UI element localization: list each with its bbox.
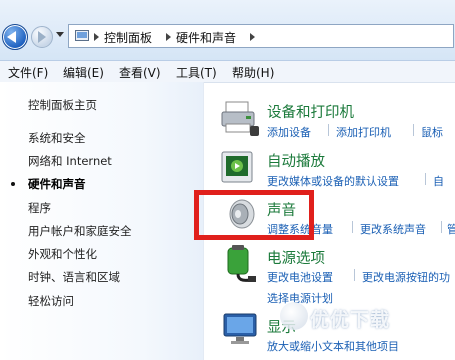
link-separator xyxy=(441,221,442,233)
nav-network-internet[interactable]: 网络和 Internet xyxy=(28,153,112,169)
navigation-bar: 控制面板 硬件和声音 xyxy=(0,0,455,61)
devices-printers-title[interactable]: 设备和打印机 xyxy=(267,101,354,122)
link-separator xyxy=(425,173,426,185)
watermark-logo-icon xyxy=(280,302,308,330)
address-bar[interactable]: 控制面板 硬件和声音 xyxy=(68,24,454,48)
menu-file[interactable]: 文件(F) xyxy=(8,64,48,81)
power-options-title[interactable]: 电源选项 xyxy=(267,247,325,268)
breadcrumb-separator-icon[interactable] xyxy=(94,33,99,41)
breadcrumb-hardware-sound[interactable]: 硬件和声音 xyxy=(176,29,236,46)
mouse-link[interactable]: 鼠标 xyxy=(421,124,443,140)
add-device-link[interactable]: 添加设备 xyxy=(267,124,311,140)
menu-help[interactable]: 帮助(H) xyxy=(232,64,274,81)
autoplay-icon xyxy=(221,151,253,183)
nav-system-security[interactable]: 系统和安全 xyxy=(28,130,86,146)
nav-user-accounts[interactable]: 用户帐户和家庭安全 xyxy=(28,223,132,239)
control-panel-icon xyxy=(75,30,89,41)
link-separator xyxy=(352,221,353,233)
nav-hardware-sound: 硬件和声音 xyxy=(28,177,86,191)
menu-bar: 文件(F) 编辑(E) 查看(V) 工具(T) 帮助(H) xyxy=(0,61,455,83)
change-power-button-link[interactable]: 更改电源按钮的功 xyxy=(362,269,450,285)
breadcrumb-control-panel[interactable]: 控制面板 xyxy=(104,29,152,46)
sound-more-link[interactable]: 管 xyxy=(447,221,455,237)
menu-tools[interactable]: 工具(T) xyxy=(176,64,217,81)
watermark-text: 优优下载 xyxy=(310,309,391,331)
breadcrumb-separator-icon[interactable] xyxy=(166,33,171,41)
change-text-size-link[interactable]: 放大或缩小文本和其他项目 xyxy=(267,338,399,354)
autoplay-more-link[interactable]: 自 xyxy=(433,173,444,189)
change-system-sounds-link[interactable]: 更改系统声音 xyxy=(360,221,426,237)
nav-ease-of-access[interactable]: 轻松访问 xyxy=(28,293,74,309)
add-printer-link[interactable]: 添加打印机 xyxy=(336,124,391,140)
change-media-defaults-link[interactable]: 更改媒体或设备的默认设置 xyxy=(267,173,399,189)
link-separator xyxy=(328,124,329,136)
link-separator xyxy=(354,269,355,281)
nav-programs[interactable]: 程序 xyxy=(28,200,51,216)
nav-clock-language-region[interactable]: 时钟、语言和区域 xyxy=(28,269,120,285)
change-battery-settings-link[interactable]: 更改电池设置 xyxy=(267,269,333,285)
nav-appearance[interactable]: 外观和个性化 xyxy=(28,246,97,262)
left-navigation-pane: 控制面板主页 系统和安全 网络和 Internet 硬件和声音 程序 用户帐户和… xyxy=(0,82,204,360)
menu-edit[interactable]: 编辑(E) xyxy=(63,64,104,81)
current-item-bullet-icon xyxy=(11,182,15,186)
printer-icon xyxy=(221,101,259,136)
highlight-box xyxy=(194,190,314,240)
battery-power-icon xyxy=(227,245,256,282)
forward-arrow-icon xyxy=(38,31,46,43)
nav-control-panel-home[interactable]: 控制面板主页 xyxy=(28,97,97,113)
autoplay-title[interactable]: 自动播放 xyxy=(267,150,325,171)
back-arrow-icon xyxy=(7,31,16,43)
menu-view[interactable]: 查看(V) xyxy=(119,64,161,81)
forward-button[interactable] xyxy=(31,26,53,48)
back-button[interactable] xyxy=(2,24,28,50)
breadcrumb-separator-icon[interactable] xyxy=(250,33,255,41)
link-separator xyxy=(413,124,414,136)
display-monitor-icon xyxy=(223,313,257,344)
recent-pages-dropdown-icon[interactable] xyxy=(56,32,64,37)
